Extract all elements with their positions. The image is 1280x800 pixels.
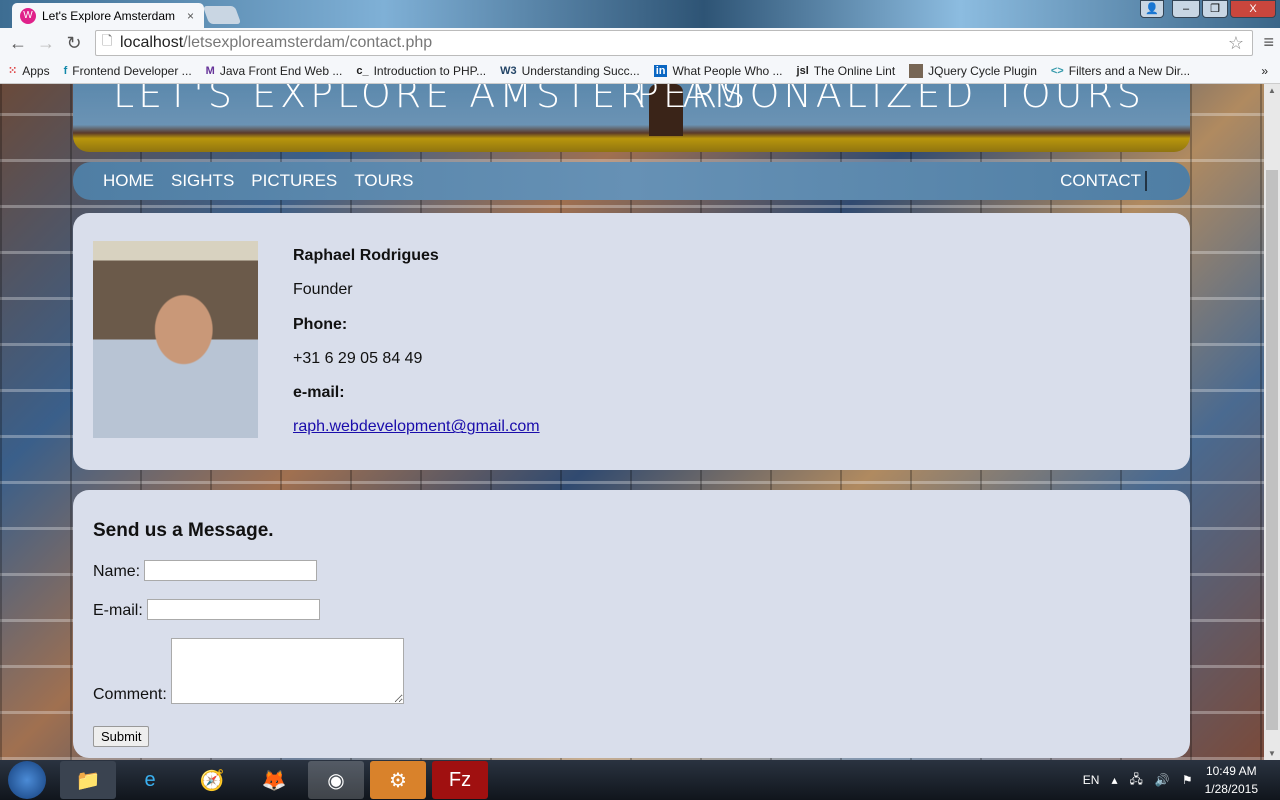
bookmark-item[interactable]: <> Filters and a New Dir... (1051, 64, 1190, 78)
internet-explorer-icon[interactable]: e (122, 761, 178, 799)
tab-title: Let's Explore Amsterdam (42, 8, 176, 23)
bookmark-favicon-icon: W3 (500, 64, 517, 77)
firefox-icon[interactable]: 🦊 (246, 761, 302, 799)
phone-label: Phone: (293, 315, 348, 333)
bookmark-label: Filters and a New Dir... (1068, 63, 1191, 78)
show-hidden-icons[interactable]: ▴ (1111, 773, 1117, 787)
chrome-icon[interactable]: ◉ (308, 761, 364, 799)
back-icon[interactable]: ← (4, 33, 32, 54)
bookmark-label: JQuery Cycle Plugin (928, 63, 1037, 78)
browser-tab[interactable]: W Let's Explore Amsterdam × (12, 3, 204, 28)
name-input[interactable] (144, 560, 318, 581)
scroll-down-icon[interactable]: ▼ (1268, 749, 1276, 758)
forward-icon[interactable]: → (32, 33, 60, 54)
site-favicon-icon: W (20, 7, 36, 24)
contact-name: Raphael Rodrigues (293, 247, 439, 264)
bookmark-label: Java Front End Web ... (219, 63, 343, 78)
message-form-card: Send us a Message. Name: E-mail: Comment… (73, 490, 1190, 758)
vertical-scrollbar[interactable]: ▲ ▼ (1264, 84, 1280, 760)
bookmark-label: Introduction to PHP... (373, 63, 487, 78)
nav-pictures[interactable]: PICTURES (251, 171, 337, 191)
email-label: e-mail: (293, 384, 345, 402)
minimize-button[interactable]: – (1172, 0, 1200, 18)
bookmark-star-icon[interactable]: ☆ (1228, 33, 1244, 54)
contact-card: Raphael Rodrigues Founder Phone: +31 6 2… (73, 213, 1190, 470)
window-titlebar: W Let's Explore Amsterdam × 👤 – ❐ X (0, 0, 1280, 28)
email-field-label: E-mail: (93, 602, 143, 619)
nav-home[interactable]: HOME (103, 171, 154, 191)
email-link[interactable]: raph.webdevelopment@gmail.com (293, 418, 540, 435)
bookmark-favicon-icon (909, 63, 924, 78)
bookmark-favicon-icon: f (63, 64, 68, 77)
url-path: /letsexploreamsterdam/contact.php (183, 34, 433, 51)
page-content: LET'S EXPLORE AMSTERDAM PERSONALIZED TOU… (0, 84, 1264, 760)
contact-role: Founder (293, 281, 353, 299)
system-tray: EN ▴ 🖧 🔊 ⚑ 10:49 AM 1/28/2015 (1083, 760, 1280, 800)
more-bookmarks-icon[interactable]: » (1261, 64, 1268, 78)
bookmark-item[interactable]: JQuery Cycle Plugin (909, 63, 1037, 78)
new-tab-button[interactable] (202, 6, 242, 24)
bookmark-label: Understanding Succ... (521, 63, 640, 78)
volume-icon[interactable]: 🔊 (1155, 773, 1170, 787)
code-icon: <> (1050, 64, 1064, 77)
bookmark-item[interactable]: f Frontend Developer ... (64, 64, 192, 78)
bookmark-label: Apps (22, 63, 50, 78)
scroll-up-icon[interactable]: ▲ (1268, 86, 1276, 95)
bookmark-label: What People Who ... (672, 63, 783, 78)
bookmark-favicon-icon: M (205, 64, 215, 77)
bookmark-item[interactable]: in What People Who ... (653, 63, 783, 78)
start-button[interactable] (8, 761, 46, 799)
close-window-button[interactable]: X (1230, 0, 1276, 18)
name-label: Name: (93, 563, 141, 580)
bookmark-item[interactable]: c_ Introduction to PHP... (356, 64, 486, 78)
bookmark-item[interactable]: M Java Front End Web ... (206, 64, 343, 78)
nav-tours[interactable]: TOURS (354, 171, 413, 191)
bookmark-favicon-icon: c_ (356, 64, 369, 77)
bookmark-favicon-icon: jsl (796, 64, 809, 77)
filezilla-icon[interactable]: Fz (432, 761, 488, 799)
phone-number: +31 6 29 05 84 49 (293, 349, 423, 367)
submit-button[interactable]: Submit (93, 726, 150, 747)
nav-contact[interactable]: CONTACT (1060, 171, 1147, 191)
founder-photo (93, 241, 258, 438)
main-nav: HOME SIGHTS PICTURES TOURS CONTACT (73, 162, 1190, 200)
browser-toolbar: ← → ↻ 🗋 localhost/letsexploreamsterdam/c… (0, 28, 1280, 58)
linkedin-icon: in (653, 64, 668, 77)
explorer-icon[interactable]: 📁 (60, 761, 116, 799)
safari-icon[interactable]: 🧭 (184, 761, 240, 799)
language-indicator[interactable]: EN (1083, 773, 1100, 787)
scrollbar-thumb[interactable] (1266, 170, 1278, 730)
bookmark-label: Frontend Developer ... (72, 63, 192, 78)
site-banner: LET'S EXPLORE AMSTERDAM PERSONALIZED TOU… (73, 84, 1190, 152)
url-host: localhost (120, 34, 184, 51)
bookmarks-bar: ⁙ Apps f Frontend Developer ... M Java Fron… (0, 58, 1280, 84)
settings-app-icon[interactable]: ⚙ (370, 761, 426, 799)
bookmark-item[interactable]: jsl The Online Lint (797, 64, 896, 78)
bookmark-label: The Online Lint (813, 63, 896, 78)
restore-button[interactable]: ❐ (1202, 0, 1228, 18)
comment-label: Comment: (93, 686, 167, 703)
action-center-flag-icon[interactable]: ⚑ (1182, 773, 1193, 787)
nav-sights[interactable]: SIGHTS (171, 171, 234, 191)
page-icon: 🗋 (102, 33, 113, 48)
close-tab-icon[interactable]: × (187, 9, 194, 23)
form-title: Send us a Message. (93, 520, 274, 541)
address-bar[interactable]: 🗋 localhost/letsexploreamsterdam/contact… (95, 30, 1253, 56)
taskbar: 📁 e 🧭 🦊 ◉ ⚙ Fz EN ▴ 🖧 🔊 ⚑ 10:49 AM 1/28/… (0, 760, 1280, 800)
bookmark-item[interactable]: W3 Understanding Succ... (500, 64, 640, 78)
clock[interactable]: 10:49 AM 1/28/2015 (1205, 762, 1258, 798)
reload-icon[interactable]: ↻ (60, 33, 88, 54)
clock-date: 1/28/2015 (1204, 782, 1258, 796)
apps-icon: ⁙ (8, 65, 18, 77)
menu-icon[interactable]: ≡ (1263, 32, 1274, 53)
banner-subtitle: PERSONALIZED TOURS (636, 84, 1145, 116)
profile-icon[interactable]: 👤 (1140, 0, 1164, 18)
network-icon[interactable]: 🖧 (1130, 770, 1143, 791)
email-input[interactable] (146, 599, 320, 620)
bookmark-apps[interactable]: ⁙ Apps (8, 64, 50, 78)
comment-textarea[interactable] (170, 638, 404, 704)
clock-time: 10:49 AM (1205, 764, 1257, 778)
